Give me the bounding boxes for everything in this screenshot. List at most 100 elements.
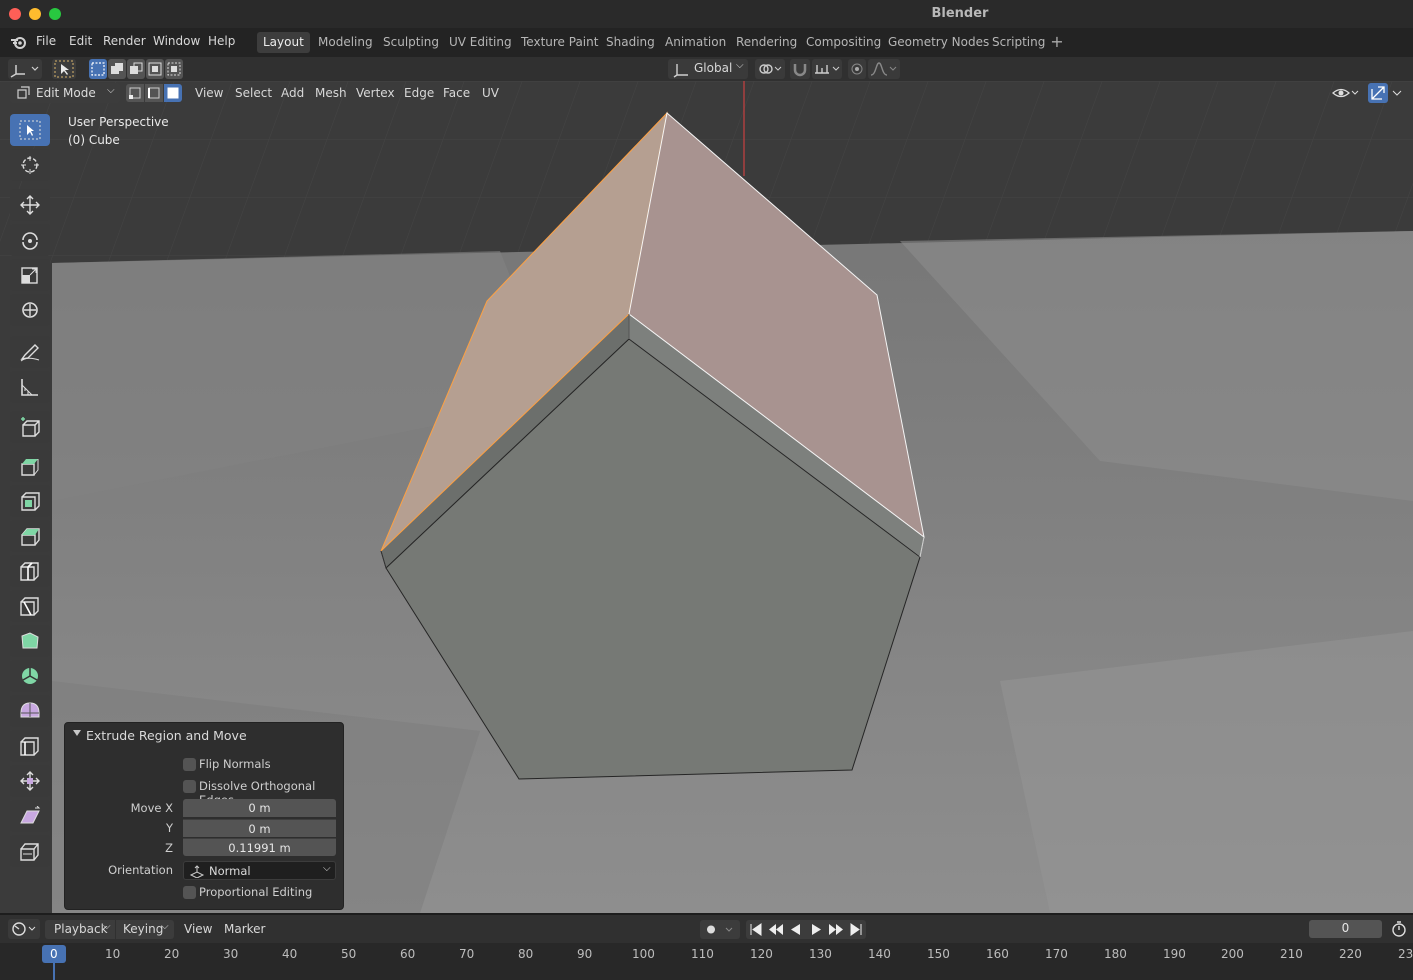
jump-end-icon[interactable] <box>846 920 866 939</box>
timeline-menu-marker[interactable]: Marker <box>224 922 265 936</box>
tool-measure[interactable] <box>10 371 50 403</box>
next-keyframe-icon[interactable] <box>826 920 846 939</box>
operator-panel-title[interactable]: Extrude Region and Move <box>86 728 247 743</box>
select-invert-icon <box>148 62 162 76</box>
face-select-button[interactable] <box>164 84 182 102</box>
move-x-field[interactable]: 0 m <box>183 799 336 817</box>
snap-toggle[interactable] <box>790 59 810 79</box>
menu-help[interactable]: Help <box>208 34 235 48</box>
tool-poly-build[interactable] <box>10 625 50 657</box>
maximize-window-button[interactable] <box>49 8 61 20</box>
tab-modeling[interactable]: Modeling <box>312 32 379 53</box>
select-mode-extend-button[interactable] <box>108 59 126 79</box>
move-y-field[interactable]: 0 m <box>183 819 336 837</box>
tool-inset-faces[interactable] <box>10 485 50 517</box>
flip-normals-checkbox[interactable] <box>183 758 196 771</box>
select-mode-intersect-button[interactable] <box>165 59 183 79</box>
proportional-edit-toggle[interactable] <box>848 59 866 79</box>
viewport-menu-face[interactable]: Face <box>443 86 470 100</box>
tool-scale[interactable] <box>10 259 50 291</box>
tool-add-cube[interactable] <box>10 411 50 443</box>
minimize-window-button[interactable] <box>29 8 41 20</box>
proportional-editing-checkbox[interactable] <box>183 886 196 899</box>
tool-rotate[interactable] <box>10 224 50 256</box>
select-mode-new-button[interactable] <box>89 59 107 79</box>
tab-texture-paint[interactable]: Texture Paint <box>515 32 604 53</box>
timeline-editor-type-button[interactable] <box>8 919 40 939</box>
jump-start-icon[interactable] <box>746 920 766 939</box>
orientation-select[interactable]: Normal ⌵ <box>183 861 336 880</box>
select-mode-invert-button[interactable] <box>146 59 164 79</box>
snap-target-select[interactable] <box>812 59 842 79</box>
prev-keyframe-icon[interactable] <box>766 920 786 939</box>
tab-shading[interactable]: Shading <box>600 32 661 53</box>
ruler-label-100: 100 <box>632 947 655 961</box>
tool-shear[interactable] <box>10 800 50 832</box>
interaction-mode-select[interactable]: Edit Mode ⌵ <box>10 83 120 103</box>
play-reverse-icon[interactable] <box>786 920 806 939</box>
tool-smooth[interactable] <box>10 695 50 727</box>
tab-geometry-nodes[interactable]: Geometry Nodes <box>882 32 995 53</box>
viewport-menu-add[interactable]: Add <box>281 86 304 100</box>
tool-spin[interactable] <box>10 660 50 692</box>
keying-menu[interactable]: Keying ⌵ <box>116 920 174 939</box>
tool-knife[interactable] <box>10 590 50 622</box>
vertex-select-button[interactable] <box>126 84 144 102</box>
tab-rendering[interactable]: Rendering <box>730 32 803 53</box>
gizmo-toggle[interactable] <box>1368 83 1388 103</box>
tool-bevel[interactable] <box>10 520 50 552</box>
visibility-select[interactable] <box>1330 83 1362 103</box>
timeline-menu-view[interactable]: View <box>184 922 212 936</box>
viewport-menu-select[interactable]: Select <box>235 86 272 100</box>
auto-keying-toggle[interactable] <box>700 920 740 939</box>
menu-render[interactable]: Render <box>103 34 146 48</box>
chevron-down-icon: ⌵ <box>107 85 115 96</box>
inset-faces-icon <box>21 492 40 511</box>
close-window-button[interactable] <box>9 8 21 20</box>
add-workspace-icon[interactable]: + <box>1048 33 1066 51</box>
tool-loop-cut[interactable] <box>10 555 50 587</box>
tool-select-box[interactable] <box>10 114 50 146</box>
tool-cursor[interactable] <box>10 149 50 181</box>
stopwatch-icon[interactable] <box>1390 920 1408 938</box>
tool-shrink-fatten[interactable] <box>10 765 50 797</box>
gizmo-options-select[interactable] <box>1390 83 1404 103</box>
dissolve-orthogonal-checkbox[interactable] <box>183 780 196 793</box>
viewport-menu-uv[interactable]: UV <box>482 86 499 100</box>
menu-edit[interactable]: Edit <box>69 34 92 48</box>
tab-uv-editing[interactable]: UV Editing <box>443 32 518 53</box>
viewport-menu-vertex[interactable]: Vertex <box>356 86 395 100</box>
tab-scripting[interactable]: Scripting <box>986 32 1051 53</box>
tool-edge-slide[interactable] <box>10 730 50 762</box>
transform-orientation-select[interactable]: Global ⌵ <box>668 59 748 79</box>
timeline-ruler[interactable]: 0 10 20 30 40 50 60 70 80 90 100 110 120… <box>0 943 1413 980</box>
tab-layout[interactable]: Layout <box>257 32 310 53</box>
move-z-field[interactable]: 0.11991 m <box>183 838 336 856</box>
tool-transform[interactable] <box>10 294 50 326</box>
select-mode-subtract-button[interactable] <box>127 59 145 79</box>
editor-type-button[interactable] <box>8 59 42 79</box>
select-tool-button[interactable] <box>52 59 76 79</box>
blender-logo-icon[interactable] <box>10 34 28 50</box>
menu-file[interactable]: File <box>36 34 56 48</box>
tool-extrude-region[interactable] <box>10 450 50 482</box>
menu-window[interactable]: Window <box>153 34 200 48</box>
viewport-menu-mesh[interactable]: Mesh <box>315 86 347 100</box>
viewport-menu-view[interactable]: View <box>195 86 223 100</box>
tab-sculpting[interactable]: Sculpting <box>377 32 445 53</box>
tab-animation[interactable]: Animation <box>659 32 732 53</box>
tool-move[interactable] <box>10 189 50 221</box>
pivot-point-select[interactable] <box>755 59 785 79</box>
edge-select-button[interactable] <box>145 84 163 102</box>
ruler-label-230: 23 <box>1398 947 1413 961</box>
proportional-falloff-select[interactable] <box>868 59 900 79</box>
current-frame-field[interactable]: 0 <box>1309 920 1382 938</box>
viewport-menu-edge[interactable]: Edge <box>404 86 434 100</box>
collapse-triangle-icon[interactable] <box>73 730 81 736</box>
select-intersect-icon <box>167 62 181 76</box>
tab-compositing[interactable]: Compositing <box>800 32 887 53</box>
playback-menu[interactable]: Playback ⌵ <box>45 920 115 939</box>
tool-rip-region[interactable] <box>10 835 50 867</box>
play-icon[interactable] <box>806 920 826 939</box>
tool-annotate[interactable] <box>10 336 50 368</box>
